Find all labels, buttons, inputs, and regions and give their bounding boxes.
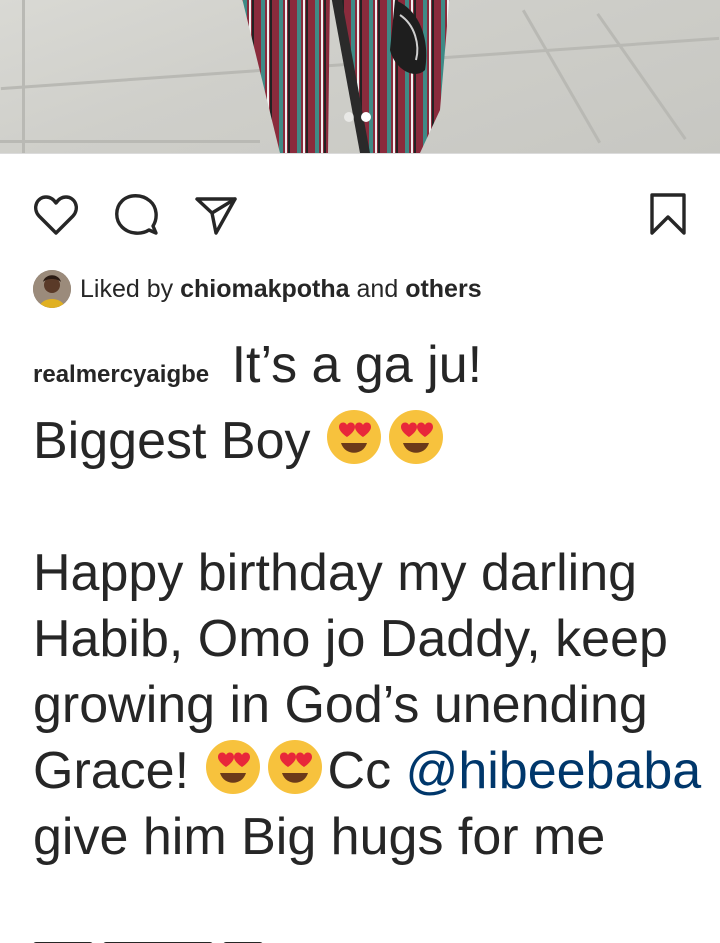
post-photo[interactable] bbox=[0, 0, 720, 154]
avatar-image bbox=[33, 270, 71, 308]
save-button[interactable] bbox=[646, 190, 690, 238]
bookmark-icon bbox=[650, 193, 686, 235]
caption-line-2: Biggest Boy bbox=[33, 412, 311, 470]
post-caption: realmercyaigbe It’s a ga ju! Biggest Boy… bbox=[33, 332, 703, 870]
heart-eyes-emoji-icon bbox=[267, 740, 322, 794]
likes-conjunction: and bbox=[356, 274, 399, 303]
caption-mention-link[interactable]: @hibeebaba bbox=[406, 742, 702, 800]
comment-button[interactable] bbox=[112, 192, 160, 238]
caption-cc: Cc bbox=[327, 742, 392, 800]
comment-icon bbox=[115, 194, 158, 235]
liker-avatar[interactable] bbox=[33, 270, 71, 308]
share-button[interactable] bbox=[192, 192, 240, 238]
send-icon bbox=[195, 197, 237, 235]
liker-username[interactable]: chiomakpotha bbox=[180, 275, 349, 304]
caption-closing: give him Big hugs for me bbox=[33, 808, 606, 866]
likes-others[interactable]: others bbox=[405, 275, 481, 304]
caption-line-1: It’s a ga ju! bbox=[231, 336, 483, 394]
child-outfit-illustration bbox=[242, 0, 450, 153]
like-button[interactable] bbox=[32, 192, 80, 238]
heart-eyes-emoji-icon bbox=[388, 410, 443, 464]
heart-icon bbox=[34, 195, 78, 235]
likes-summary[interactable]: Liked by chiomakpotha and others bbox=[33, 270, 482, 308]
heart-eyes-emoji-icon bbox=[326, 410, 381, 464]
heart-eyes-emoji-icon bbox=[205, 740, 260, 794]
carousel-dot-active bbox=[361, 112, 371, 122]
caption-username[interactable]: realmercyaigbe bbox=[33, 361, 209, 388]
likes-prefix: Liked by bbox=[80, 274, 174, 303]
carousel-indicator bbox=[344, 112, 371, 122]
carousel-dot bbox=[344, 112, 354, 122]
